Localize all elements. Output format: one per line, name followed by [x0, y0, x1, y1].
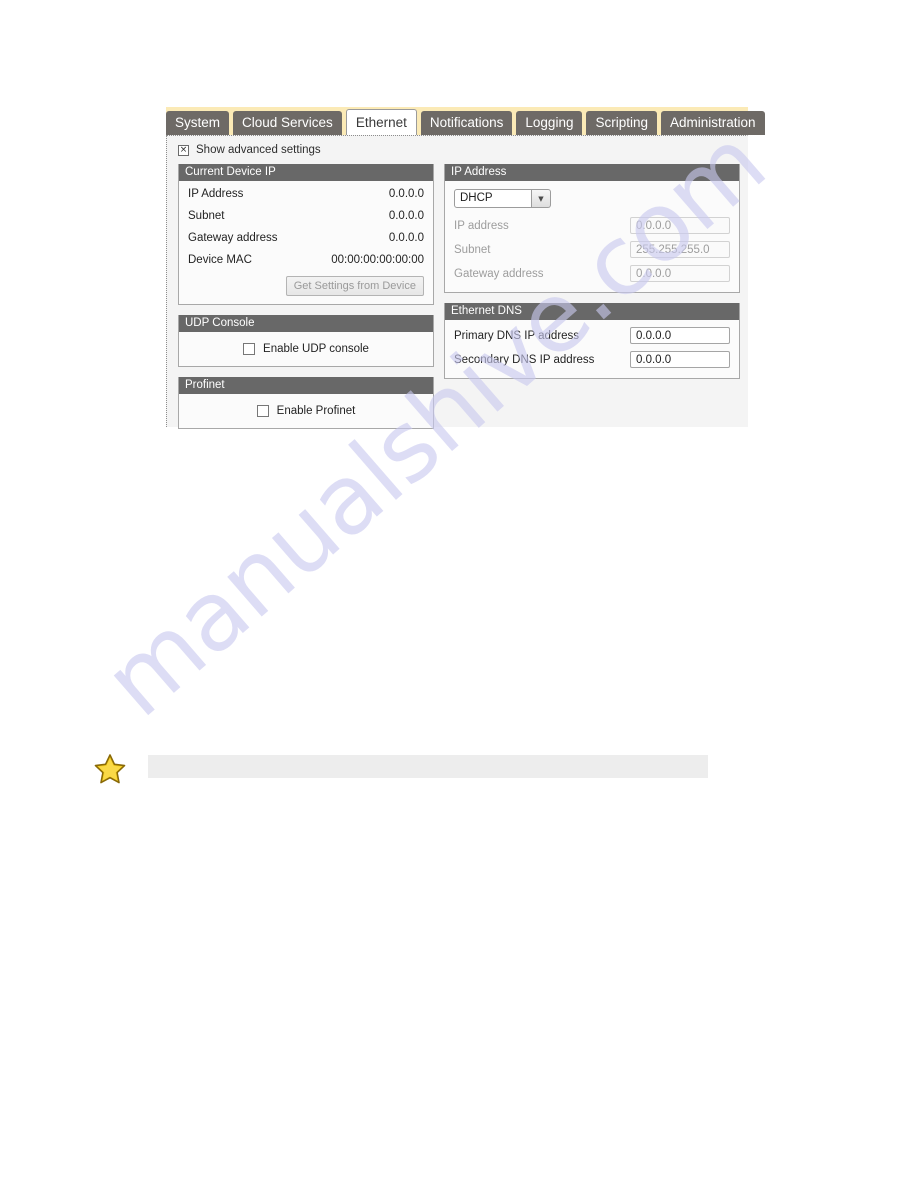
field-row-secondary-dns: Secondary DNS IP address 0.0.0.0 [454, 351, 730, 368]
row-device-mac: Device MAC 00:00:00:00:00:00 [188, 254, 424, 266]
field-row-gateway-address: Gateway address 0.0.0.0 [454, 265, 730, 282]
label-ip-address: IP address [454, 219, 509, 232]
tab-notifications[interactable]: Notifications [420, 111, 513, 135]
enable-udp-console-label: Enable UDP console [263, 343, 369, 355]
group-body-profinet: Enable Profinet [179, 394, 433, 428]
label-primary-dns: Primary DNS IP address [454, 329, 580, 342]
show-advanced-settings-label: Show advanced settings [196, 144, 321, 156]
label-gateway-address: Gateway address [188, 232, 278, 244]
ip-mode-dropdown[interactable]: DHCP ▼ [454, 189, 551, 208]
label-secondary-dns: Secondary DNS IP address [454, 353, 595, 366]
label-ip-address: IP Address [188, 188, 244, 200]
group-header-current-device-ip: Current Device IP [179, 164, 433, 181]
input-secondary-dns[interactable]: 0.0.0.0 [630, 351, 730, 368]
group-header-ip-address: IP Address [445, 164, 739, 181]
group-current-device-ip: Current Device IP IP Address 0.0.0.0 Sub… [178, 164, 434, 305]
note-bar [148, 755, 708, 778]
tab-cloud-services[interactable]: Cloud Services [233, 111, 342, 135]
enable-udp-console-checkbox[interactable]: Enable UDP console [188, 339, 424, 358]
get-settings-from-device-button[interactable]: Get Settings from Device [285, 276, 424, 296]
tab-system[interactable]: System [166, 111, 230, 135]
enable-profinet-checkbox[interactable]: Enable Profinet [188, 401, 424, 420]
input-gateway-address[interactable]: 0.0.0.0 [630, 265, 730, 282]
chevron-down-icon: ▼ [532, 189, 551, 208]
group-body-udp-console: Enable UDP console [179, 332, 433, 366]
ethernet-settings-window: System Cloud Services Ethernet Notificat… [166, 107, 765, 429]
label-subnet: Subnet [188, 210, 225, 222]
row-ip-address: IP Address 0.0.0.0 [188, 188, 424, 200]
input-ip-address[interactable]: 0.0.0.0 [630, 217, 730, 234]
ethernet-tab-panel: × Show advanced settings Current Device … [166, 135, 748, 429]
show-advanced-settings-checkbox[interactable]: × Show advanced settings [178, 144, 321, 156]
group-body-ip-address: DHCP ▼ IP address 0.0.0.0 Subnet 255.255… [445, 181, 739, 292]
row-subnet: Subnet 0.0.0.0 [188, 210, 424, 222]
group-body-current-device-ip: IP Address 0.0.0.0 Subnet 0.0.0.0 Gatewa… [179, 181, 433, 304]
button-row: Get Settings from Device [188, 276, 424, 296]
ip-mode-value: DHCP [454, 189, 532, 208]
tab-administration[interactable]: Administration [661, 111, 765, 135]
group-header-ethernet-dns: Ethernet DNS [445, 303, 739, 320]
input-primary-dns[interactable]: 0.0.0.0 [630, 327, 730, 344]
label-subnet: Subnet [454, 243, 491, 256]
value-ip-address: 0.0.0.0 [388, 188, 424, 200]
field-row-ip-address: IP address 0.0.0.0 [454, 217, 730, 234]
checkbox-checked-icon: × [178, 144, 189, 156]
group-header-profinet: Profinet [179, 377, 433, 394]
field-row-subnet: Subnet 255.255.255.0 [454, 241, 730, 258]
tab-bar: System Cloud Services Ethernet Notificat… [166, 107, 765, 135]
right-column: IP Address DHCP ▼ IP address 0.0.0.0 Sub… [444, 164, 740, 389]
group-ip-address: IP Address DHCP ▼ IP address 0.0.0.0 Sub… [444, 164, 740, 293]
input-subnet[interactable]: 255.255.255.0 [630, 241, 730, 258]
label-gateway-address: Gateway address [454, 267, 544, 280]
value-device-mac: 00:00:00:00:00:00 [331, 254, 424, 266]
tab-scripting[interactable]: Scripting [586, 111, 657, 135]
left-column: Current Device IP IP Address 0.0.0.0 Sub… [178, 164, 434, 439]
group-profinet: Profinet Enable Profinet [178, 377, 434, 429]
checkbox-unchecked-icon [243, 343, 256, 355]
value-subnet: 0.0.0.0 [388, 210, 424, 222]
group-header-udp-console: UDP Console [179, 315, 433, 332]
field-row-primary-dns: Primary DNS IP address 0.0.0.0 [454, 327, 730, 344]
tab-logging[interactable]: Logging [516, 111, 583, 135]
star-icon [94, 754, 126, 784]
group-ethernet-dns: Ethernet DNS Primary DNS IP address 0.0.… [444, 303, 740, 379]
value-gateway-address: 0.0.0.0 [388, 232, 424, 244]
label-device-mac: Device MAC [188, 254, 252, 266]
tab-ethernet[interactable]: Ethernet [345, 109, 417, 135]
group-body-ethernet-dns: Primary DNS IP address 0.0.0.0 Secondary… [445, 320, 739, 378]
enable-profinet-label: Enable Profinet [276, 405, 356, 417]
row-gateway-address: Gateway address 0.0.0.0 [188, 232, 424, 244]
checkbox-unchecked-icon [256, 405, 269, 417]
group-udp-console: UDP Console Enable UDP console [178, 315, 434, 367]
